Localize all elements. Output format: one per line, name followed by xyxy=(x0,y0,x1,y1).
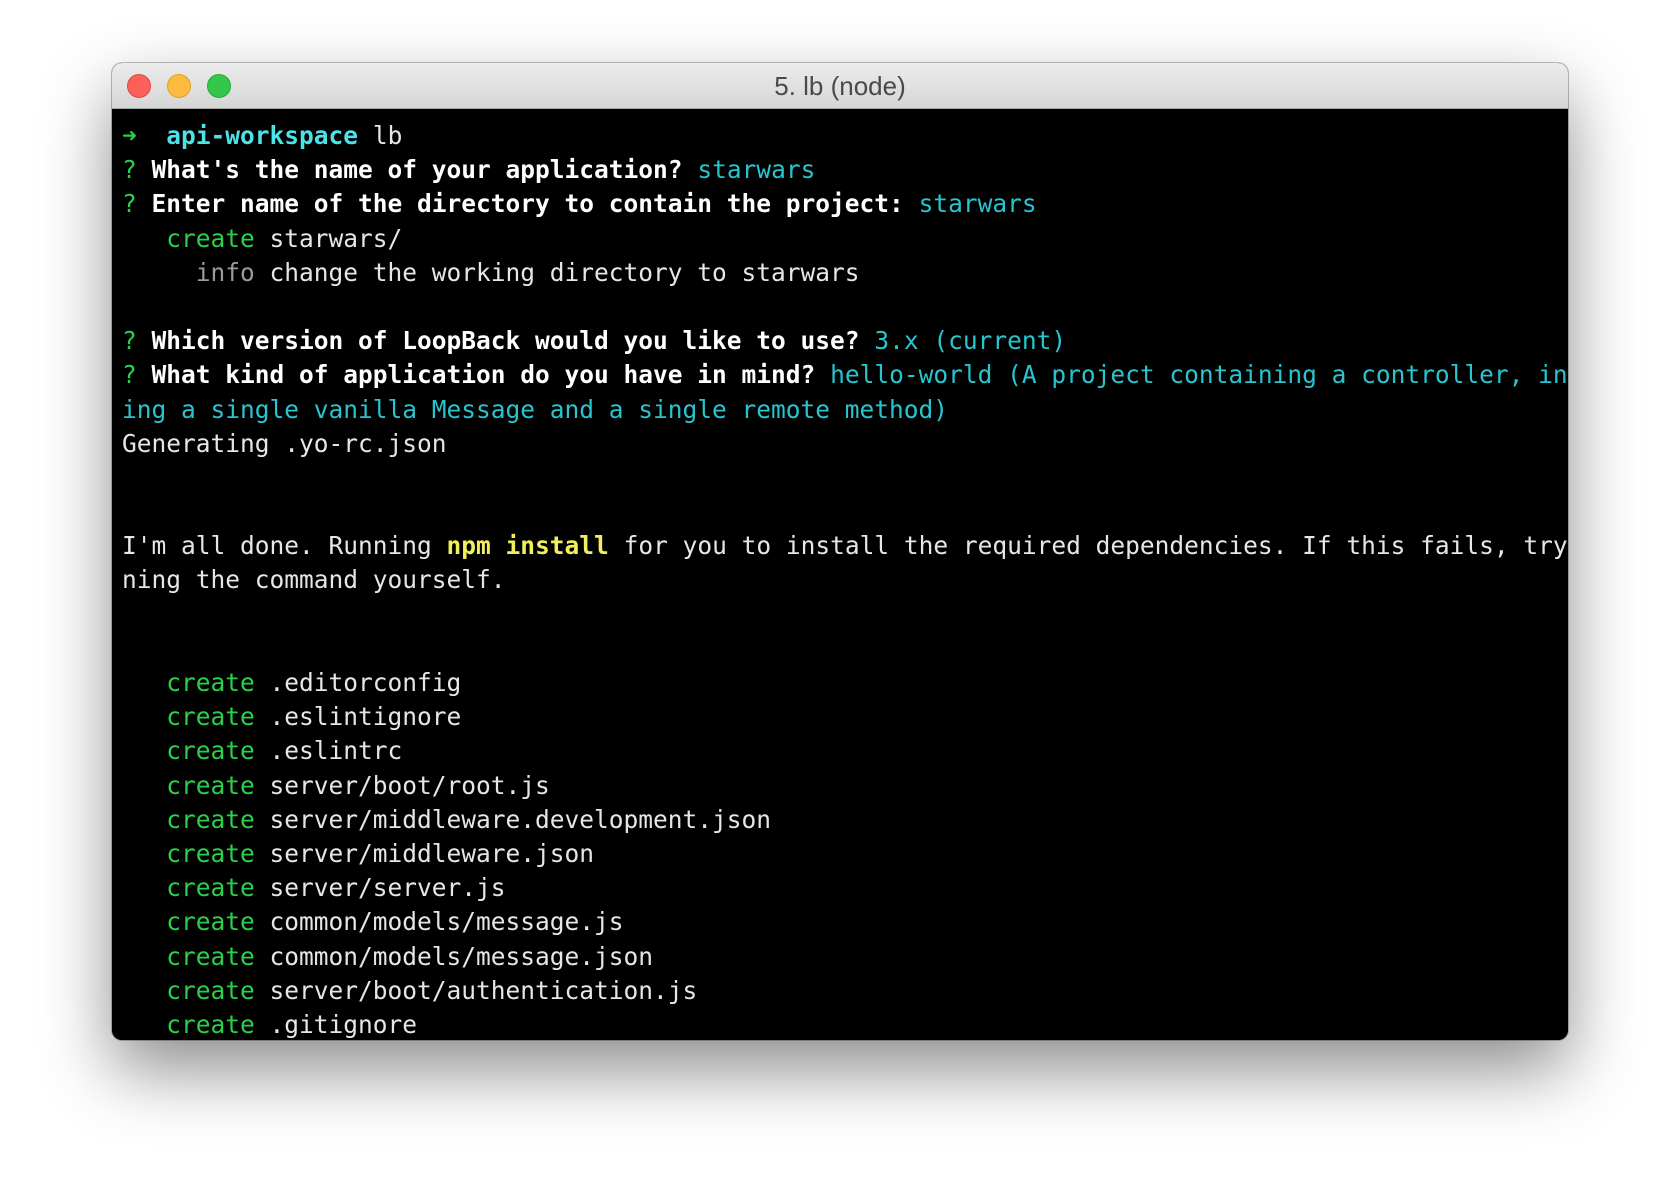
window-title: 5. lb (node) xyxy=(774,71,906,101)
create-label: create xyxy=(166,907,255,937)
question-text: Enter name of the directory to contain t… xyxy=(151,189,904,219)
info-line: info change the working directory to sta… xyxy=(122,256,1568,290)
create-path: .gitignore xyxy=(269,1009,418,1039)
info-text: change the working directory to starwars xyxy=(269,257,860,287)
prompt-arrow-icon: ➜ xyxy=(122,121,137,150)
prompt-line: ➜ api-workspace lb xyxy=(122,119,1568,153)
create-path: .eslintrc xyxy=(269,736,403,766)
create-label: create xyxy=(166,804,255,834)
create-path: server/server.js xyxy=(269,873,506,903)
create-path: server/boot/root.js xyxy=(269,770,550,800)
create-path: common/models/message.json xyxy=(269,941,654,971)
info-label: info xyxy=(195,257,255,287)
list-item: create common/models/message.js xyxy=(122,905,1568,939)
created-files-list: create .editorconfig create .eslintignor… xyxy=(122,666,1568,1040)
question-text: Which version of LoopBack would you like… xyxy=(151,326,860,356)
question-line: ? What kind of application do you have i… xyxy=(122,358,1568,392)
create-label: create xyxy=(166,1009,255,1039)
create-path: common/models/message.js xyxy=(269,907,624,937)
list-item: create .eslintrc xyxy=(122,734,1568,768)
create-path: .eslintignore xyxy=(269,702,462,732)
terminal-window: 5. lb (node) ➜ api-workspace lb ? What's… xyxy=(112,63,1568,1040)
create-label: create xyxy=(166,838,255,868)
question-line: ? What's the name of your application? s… xyxy=(122,153,1568,187)
create-path: starwars/ xyxy=(269,223,403,253)
create-path: .editorconfig xyxy=(269,668,462,697)
list-item: create server/server.js xyxy=(122,871,1568,905)
create-label: create xyxy=(166,702,255,732)
create-path: server/middleware.development.json xyxy=(269,804,772,834)
done-line: I'm all done. Running npm install for yo… xyxy=(122,529,1568,563)
question-mark: ? xyxy=(122,155,137,185)
terminal-output[interactable]: ➜ api-workspace lb ? What's the name of … xyxy=(112,109,1568,1040)
create-label: create xyxy=(166,941,255,971)
list-item: create .eslintignore xyxy=(122,700,1568,734)
list-item: create server/middleware.development.jso… xyxy=(122,803,1568,837)
create-label: create xyxy=(166,668,255,697)
list-item: create .gitignore xyxy=(122,1008,1568,1040)
done-suffix: for you to install the required dependen… xyxy=(623,531,1568,561)
answer-text: starwars xyxy=(918,189,1037,219)
answer-text: 3.x (current) xyxy=(874,326,1067,356)
question-text: What kind of application do you have in … xyxy=(151,360,816,390)
question-line: ? Which version of LoopBack would you li… xyxy=(122,324,1568,358)
create-path: server/boot/authentication.js xyxy=(269,975,698,1005)
create-label: create xyxy=(166,873,255,903)
answer-text: starwars xyxy=(697,155,816,185)
list-item: create server/middleware.json xyxy=(122,837,1568,871)
question-line: ? Enter name of the directory to contain… xyxy=(122,187,1568,221)
question-mark: ? xyxy=(122,326,137,356)
question-text: What's the name of your application? xyxy=(151,155,683,185)
done-prefix: I'm all done. Running xyxy=(122,531,432,561)
create-label: create xyxy=(166,736,255,766)
create-label: create xyxy=(166,975,255,1005)
create-label: create xyxy=(166,223,255,253)
list-item: create server/boot/root.js xyxy=(122,769,1568,803)
answer-text: ing a single vanilla Message and a singl… xyxy=(122,394,949,424)
answer-continuation-line: ing a single vanilla Message and a singl… xyxy=(122,393,1568,427)
answer-text: hello-world (A project containing a cont… xyxy=(830,360,1568,390)
list-item: create common/models/message.json xyxy=(122,940,1568,974)
create-line: create starwars/ xyxy=(122,222,1568,256)
question-mark: ? xyxy=(122,360,137,390)
npm-install-command: npm install xyxy=(446,531,609,561)
create-path: server/middleware.json xyxy=(269,838,595,868)
create-label: create xyxy=(166,770,255,800)
done-continuation-line: ning the command yourself. xyxy=(122,565,506,595)
list-item: create server/boot/authentication.js xyxy=(122,974,1568,1008)
generating-line: Generating .yo-rc.json xyxy=(122,428,447,458)
list-item: create .editorconfig xyxy=(122,666,1568,700)
prompt-directory: api-workspace xyxy=(166,121,359,150)
prompt-command: lb xyxy=(372,121,403,150)
title-bar[interactable]: 5. lb (node) xyxy=(112,63,1568,109)
question-mark: ? xyxy=(122,189,137,219)
